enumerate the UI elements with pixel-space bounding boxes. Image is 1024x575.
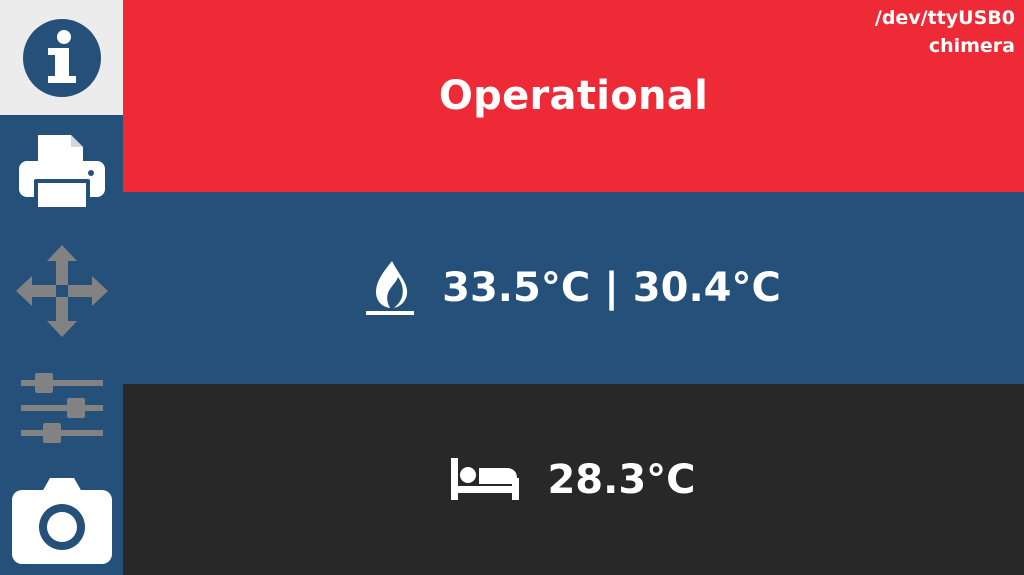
- hotend-panel[interactable]: 33.5°C | 30.4°C: [123, 192, 1024, 384]
- hotend-temp-actual: 33.5°C: [442, 265, 591, 311]
- sidebar-item-webcam[interactable]: [0, 468, 123, 568]
- printer-status: Operational: [438, 73, 709, 119]
- main-panel: Operational 33.5°C | 30.4°C 28.3°C /dev/…: [123, 0, 1024, 575]
- bed-temperature-row: 28.3°C: [451, 456, 696, 503]
- info-icon: [22, 18, 101, 97]
- connection-info: /dev/ttyUSB0 chimera: [875, 4, 1015, 60]
- bed-panel[interactable]: 28.3°C: [123, 384, 1024, 575]
- sidebar-item-move[interactable]: [0, 243, 123, 339]
- sidebar-item-info[interactable]: [0, 0, 123, 115]
- bed-temp: 28.3°C: [547, 456, 696, 503]
- sliders-icon: [20, 373, 103, 443]
- printer-icon: [18, 135, 105, 211]
- bed-icon: [451, 457, 520, 500]
- sidebar: [0, 0, 123, 575]
- move-arrows-icon: [15, 245, 108, 337]
- sidebar-item-settings[interactable]: [0, 368, 123, 448]
- hotend-temp-second: 30.4°C: [632, 265, 781, 311]
- serial-port: /dev/ttyUSB0: [874, 7, 1015, 29]
- flame-icon: [366, 261, 415, 315]
- temp-separator: |: [604, 265, 619, 311]
- camera-icon: [11, 478, 112, 564]
- printer-profile: chimera: [928, 35, 1015, 57]
- hotend-temperature-row: 33.5°C | 30.4°C: [366, 259, 781, 317]
- sidebar-item-print[interactable]: [0, 125, 123, 221]
- app-root: Operational 33.5°C | 30.4°C 28.3°C /dev/…: [0, 0, 1024, 575]
